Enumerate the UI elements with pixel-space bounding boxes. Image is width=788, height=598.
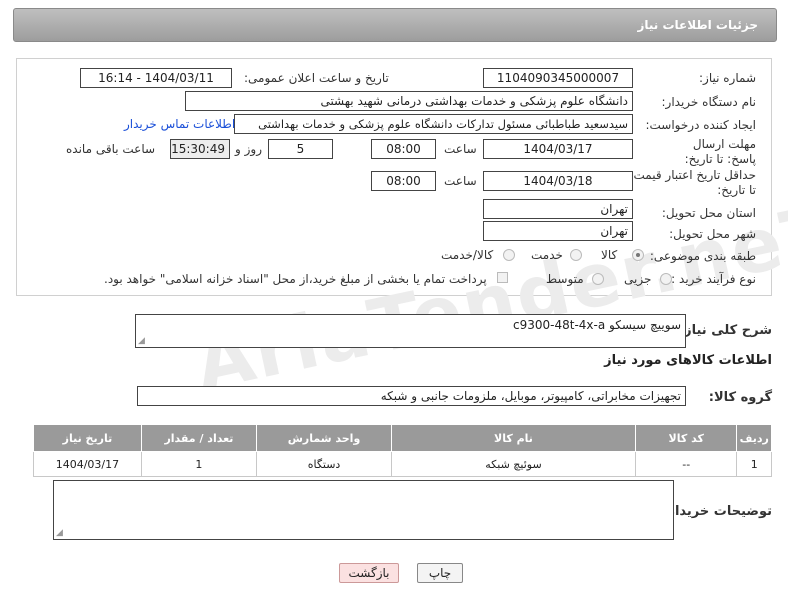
col-name-header: نام کالا [391, 424, 636, 452]
price-deadline-label: حداقل تاریخ اعتبار قیمت: تا تاریخ: [629, 168, 756, 197]
province-label: استان محل تحویل: [661, 206, 756, 220]
col-code-header: کد کالا [634, 424, 738, 452]
table-row: 1 -- سوئیچ شبکه دستگاه 1 1404/03/17 [33, 451, 772, 477]
province-field: تهران [483, 199, 633, 219]
process-minor-label: جزیی [624, 272, 652, 286]
announce-field: 1404/03/11 - 16:14 [80, 68, 232, 88]
goods-table: ردیف کد کالا نام کالا واحد شمارش تعداد /… [33, 424, 772, 477]
goods-table-header-row: ردیف کد کالا نام کالا واحد شمارش تعداد /… [33, 424, 772, 452]
cell-name: سوئیچ شبکه [391, 451, 636, 477]
cell-date: 1404/03/17 [33, 451, 142, 477]
cell-qty: 1 [140, 451, 258, 477]
resize-grip-icon[interactable]: ◢ [138, 336, 145, 346]
remaining-time-field: 15:30:49 [170, 139, 230, 159]
buyer-org-label: نام دستگاه خریدار: [661, 95, 757, 109]
reply-time-label: ساعت [444, 142, 477, 156]
col-row-header: ردیف [736, 424, 772, 452]
requester-label: ایجاد کننده درخواست: [645, 118, 756, 132]
col-unit-header: واحد شمارش [255, 424, 393, 452]
page-title: جزئیات اطلاعات نیاز [637, 18, 758, 32]
goods-section-title: اطلاعات کالاهای مورد نیاز [604, 353, 772, 368]
announce-label: تاریخ و ساعت اعلان عمومی: [244, 71, 389, 85]
requester-field: سیدسعید طباطبائی مسئول تدارکات دانشگاه ع… [234, 114, 633, 134]
city-field: تهران [483, 221, 633, 241]
cell-unit: دستگاه [255, 451, 393, 477]
buyer-contact-link[interactable]: اطلاعات تماس خریدار [124, 117, 235, 131]
buyer-notes-field[interactable]: ◢ [53, 480, 674, 540]
need-number-label: شماره نیاز: [699, 71, 756, 85]
category-label: طبقه بندی موضوعی: [649, 249, 756, 263]
description-field[interactable]: سوییچ سیسکو c9300-48t-4x-a ◢ [135, 314, 686, 348]
category-both-label: کالا/خدمت [441, 248, 494, 262]
cell-code: -- [634, 451, 738, 477]
goods-group-label: گروه کالا: [708, 390, 772, 405]
treasury-payment-note: پرداخت تمام یا بخشی از مبلغ خرید،از محل … [104, 272, 487, 286]
buyer-org-field: دانشگاه علوم پزشکی و خدمات بهداشتی درمان… [185, 91, 633, 111]
days-field: 5 [268, 139, 333, 159]
category-goods-radio[interactable] [632, 249, 644, 261]
process-medium-label: متوسط [546, 272, 584, 286]
need-number-field: 1104090345000007 [483, 68, 633, 88]
page-header: جزئیات اطلاعات نیاز [13, 8, 777, 42]
price-date-field: 1404/03/18 [483, 171, 633, 191]
back-button[interactable]: بازگشت [339, 563, 399, 583]
price-time-field: 08:00 [371, 171, 436, 191]
treasury-payment-checkbox[interactable] [497, 272, 508, 283]
price-time-label: ساعت [444, 174, 477, 188]
cell-row: 1 [736, 451, 772, 477]
process-label: نوع فرآیند خرید : [671, 272, 756, 286]
print-button[interactable]: چاپ [417, 563, 463, 583]
reply-date-field: 1404/03/17 [483, 139, 633, 159]
process-minor-radio[interactable] [660, 273, 672, 285]
description-label: شرح کلی نیاز: [678, 323, 772, 338]
category-goods-label: کالا [601, 248, 618, 262]
days-label: روز و [235, 142, 262, 156]
col-date-header: تاریخ نیاز [33, 424, 142, 452]
description-text: سوییچ سیسکو c9300-48t-4x-a [513, 318, 681, 332]
category-service-label: خدمت [531, 248, 563, 262]
city-label: شهر محل تحویل: [669, 227, 756, 241]
col-qty-header: تعداد / مقدار [140, 424, 258, 452]
category-both-radio[interactable] [503, 249, 515, 261]
category-service-radio[interactable] [570, 249, 582, 261]
reply-time-field: 08:00 [371, 139, 436, 159]
reply-deadline-label: مهلت ارسال پاسخ: تا تاریخ: [684, 137, 756, 166]
resize-grip-icon[interactable]: ◢ [56, 528, 63, 538]
buyer-notes-label: توضیحات خریدار: [662, 504, 772, 519]
remaining-label: ساعت باقی مانده [66, 142, 156, 156]
process-medium-radio[interactable] [592, 273, 604, 285]
goods-group-field: تجهیزات مخابراتی، کامپیوتر، موبایل، ملزو… [137, 386, 686, 406]
